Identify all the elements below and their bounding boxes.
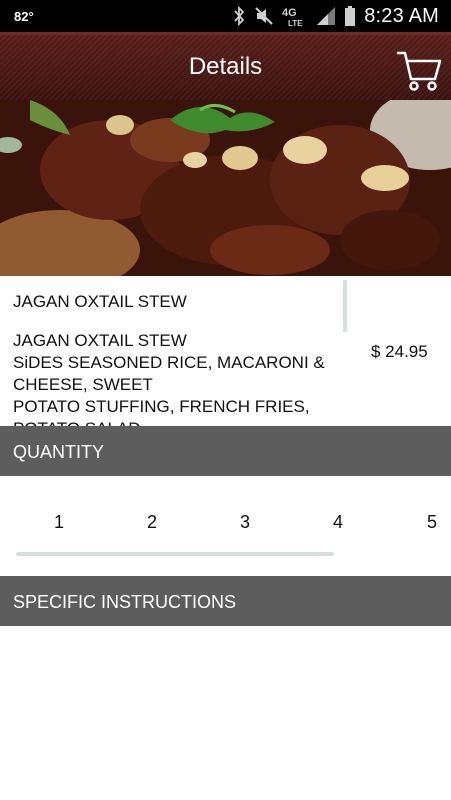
quantity-option-5[interactable]: 5 xyxy=(412,512,451,533)
quantity-scrollbar[interactable] xyxy=(16,552,334,556)
item-price: $ 24.95 xyxy=(371,342,428,361)
quantity-heading: QUANTITY xyxy=(13,442,105,462)
temperature-indicator: 82° xyxy=(14,9,34,24)
quantity-header: QUANTITY xyxy=(0,426,451,476)
item-details: JAGAN OXTAIL STEW JAGAN OXTAIL STEW SiDE… xyxy=(0,276,451,426)
svg-text:4G: 4G xyxy=(282,7,297,19)
food-photo xyxy=(0,100,451,276)
network-4g-lte-icon: 4G LTE xyxy=(282,5,308,27)
quantity-option-2[interactable]: 2 xyxy=(132,512,172,533)
instructions-heading: SPECIFIC INSTRUCTIONS xyxy=(13,592,237,612)
quantity-selector[interactable]: 1 2 3 4 5 xyxy=(0,476,451,576)
quantity-option-4[interactable]: 4 xyxy=(318,512,358,533)
status-icons: 4G LTE 8:23 AM xyxy=(232,4,439,28)
shopping-cart-icon[interactable] xyxy=(395,49,443,93)
status-bar: 82° 4G LTE 8:23 AM xyxy=(0,0,451,32)
item-description-line: POTATO SALAD xyxy=(13,418,348,426)
clock: 8:23 AM xyxy=(364,4,439,27)
item-description-line: SiDES SEASONED RICE, MACARONI & xyxy=(13,353,325,372)
divider xyxy=(343,280,347,332)
item-description-line: JAGAN OXTAIL STEW xyxy=(13,331,187,350)
item-name: JAGAN OXTAIL STEW xyxy=(13,292,187,311)
signal-strength-icon xyxy=(316,6,336,26)
quantity-option-1[interactable]: 1 xyxy=(39,512,79,533)
instructions-header: SPECIFIC INSTRUCTIONS xyxy=(0,576,451,626)
item-description-line: CHEESE, SWEET xyxy=(13,375,153,394)
item-description-line: POTATO STUFFING, FRENCH FRIES, xyxy=(13,397,310,416)
svg-text:LTE: LTE xyxy=(288,19,303,27)
page-title: Details xyxy=(188,53,263,80)
app-header: Details xyxy=(0,32,451,100)
mute-icon xyxy=(254,6,274,26)
bluetooth-icon xyxy=(232,6,246,26)
quantity-option-3[interactable]: 3 xyxy=(225,512,265,533)
battery-icon xyxy=(344,6,356,26)
item-description: JAGAN OXTAIL STEW SiDES SEASONED RICE, M… xyxy=(13,330,348,426)
